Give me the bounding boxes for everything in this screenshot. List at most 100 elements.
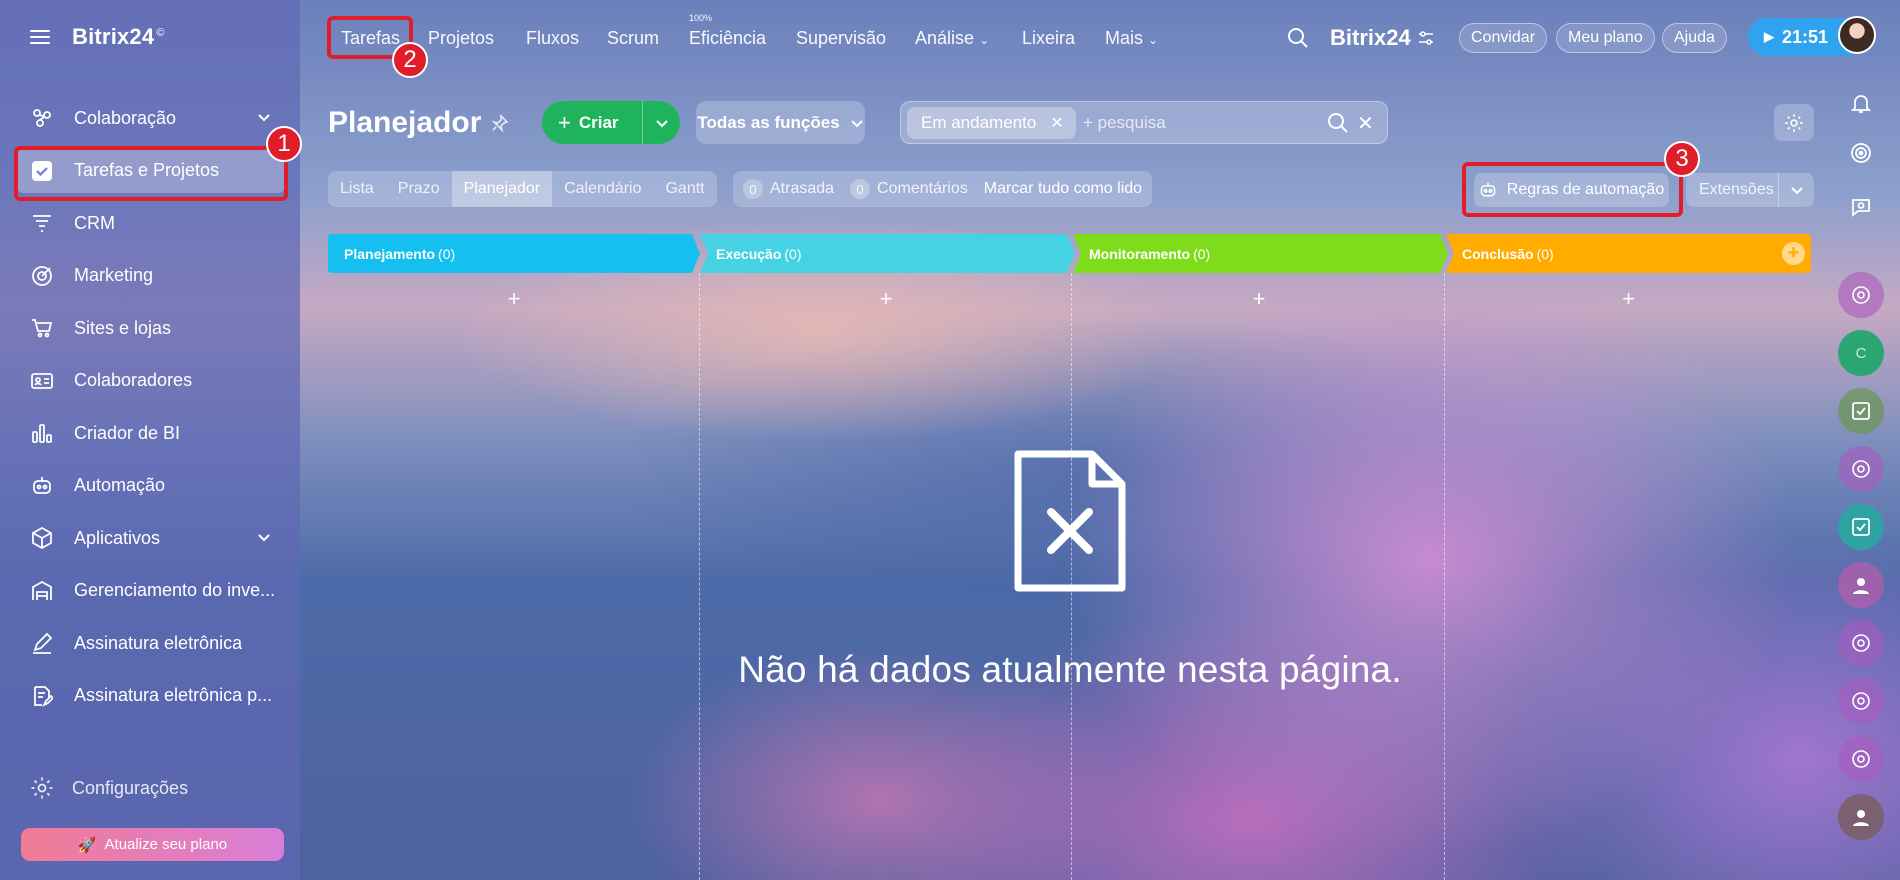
stage-column-planejamento: Planejamento (0) +: [328, 234, 700, 880]
page-title-text: Planejador: [328, 106, 482, 139]
upgrade-plan-button[interactable]: 🚀 Atualize seu plano: [21, 828, 284, 861]
pin-icon[interactable]: [491, 114, 509, 132]
sidebar-item-label: Colaboração: [74, 107, 177, 128]
search-input[interactable]: [1083, 110, 1313, 136]
add-task-button[interactable]: +: [700, 286, 1072, 312]
chat-avatar-icon[interactable]: [1838, 620, 1884, 666]
crm-icon: [30, 211, 54, 235]
sidebar-item-aplicativos[interactable]: Aplicativos: [16, 516, 286, 560]
sidebar-item-gerenciamento-inventario[interactable]: Gerenciamento do inve...: [16, 569, 286, 613]
play-icon: ▶: [1764, 29, 1774, 44]
comments-counter[interactable]: 0 Comentários: [850, 179, 968, 199]
user-avatar[interactable]: [1838, 16, 1876, 54]
group-c-icon[interactable]: C: [1838, 330, 1884, 376]
sidebar-item-label: Assinatura eletrônica: [74, 632, 243, 653]
help-button[interactable]: Ajuda: [1662, 23, 1727, 53]
chevron-down-icon[interactable]: [256, 109, 272, 130]
tab-lixeira[interactable]: Lixeira: [1022, 28, 1075, 49]
tab-supervisao[interactable]: Supervisão: [796, 28, 886, 49]
tab-projetos[interactable]: Projetos: [428, 28, 494, 49]
tab-lista[interactable]: Lista: [328, 171, 386, 207]
stage-count: (0): [438, 245, 456, 262]
tab-calendario[interactable]: Calendário: [552, 171, 653, 207]
tab-analise[interactable]: Análise ⌄: [915, 28, 989, 49]
add-stage-icon[interactable]: +: [1782, 242, 1805, 265]
stage-header[interactable]: Conclusão (0): [1446, 234, 1811, 273]
empty-state-message: Não há dados atualmente nesta página.: [738, 649, 1402, 690]
extensions-button[interactable]: Extensões: [1686, 173, 1814, 207]
workspace-name[interactable]: Bitrix24: [1330, 25, 1411, 51]
user-photo-icon[interactable]: [1838, 562, 1884, 608]
tab-planejador[interactable]: Planejador: [451, 171, 553, 207]
document-sign-icon: [30, 684, 54, 708]
close-icon[interactable]: ✕: [1050, 113, 1063, 133]
sidebar-item-assinatura-eletronica-p[interactable]: Assinatura eletrônica p...: [16, 674, 286, 718]
mark-all-read-button[interactable]: Marcar tudo como lido: [984, 180, 1142, 198]
sidebar-item-automacao[interactable]: Automação: [16, 464, 286, 508]
sidebar-settings[interactable]: Configurações: [30, 776, 188, 800]
bell-icon[interactable]: [1838, 80, 1884, 126]
task-check-icon[interactable]: [1838, 388, 1884, 434]
task-check-icon[interactable]: [1838, 504, 1884, 550]
stage-header[interactable]: Planejamento (0): [328, 234, 700, 273]
tab-eficiencia-label: Eficiência: [689, 28, 767, 48]
menu-burger-icon[interactable]: [30, 30, 50, 44]
sidebar-item-label: Colaboradores: [74, 370, 193, 390]
sidebar-item-crm[interactable]: CRM: [16, 201, 286, 245]
sidebar-item-colaboracao[interactable]: Colaboração: [16, 96, 286, 140]
stage-header[interactable]: Execução (0): [700, 234, 1072, 273]
sidebar-item-assinatura-eletronica[interactable]: Assinatura eletrônica: [16, 621, 286, 665]
chat-avatar-icon[interactable]: [1838, 446, 1884, 492]
create-dropdown-chevron-icon[interactable]: [642, 101, 680, 144]
tab-eficiencia[interactable]: 100% Eficiência: [689, 13, 767, 49]
tab-fluxos[interactable]: Fluxos: [526, 28, 579, 49]
page-title: Planejador: [328, 106, 509, 140]
overdue-count: 0: [743, 179, 763, 199]
clear-icon[interactable]: ✕: [1357, 111, 1374, 136]
user-photo-icon[interactable]: [1838, 794, 1884, 840]
chevron-down-icon[interactable]: [256, 529, 272, 550]
chat-search-icon[interactable]: [1838, 184, 1884, 230]
filter-chip[interactable]: Em andamento ✕: [907, 107, 1076, 139]
empty-state: Não há dados atualmente nesta página.: [700, 450, 1440, 691]
search-icon[interactable]: [1327, 112, 1349, 139]
invite-button[interactable]: Convidar: [1459, 23, 1548, 53]
tab-scrum[interactable]: Scrum: [607, 28, 659, 49]
radar-icon[interactable]: [1838, 130, 1884, 176]
upgrade-label: Atualize seu plano: [104, 836, 228, 853]
my-plan-button[interactable]: Meu plano: [1556, 23, 1655, 53]
chat-avatar-icon[interactable]: [1838, 678, 1884, 724]
add-task-button[interactable]: +: [328, 286, 700, 312]
chat-avatar-icon[interactable]: [1838, 272, 1884, 318]
add-task-button[interactable]: +: [1446, 286, 1811, 312]
board-settings-button[interactable]: [1774, 104, 1814, 141]
sidebar-item-label: Aplicativos: [74, 527, 161, 548]
create-main[interactable]: + Criar: [542, 110, 642, 136]
sidebar-item-label: Marketing: [74, 265, 154, 285]
brand-logo[interactable]: Bitrix24 ©: [72, 24, 165, 50]
tab-mais[interactable]: Mais ⌄: [1105, 28, 1158, 49]
search-icon[interactable]: [1287, 27, 1309, 54]
sidebar-item-sites-lojas[interactable]: Sites e lojas: [16, 306, 286, 350]
efficiency-badge: 100%: [689, 13, 713, 23]
chat-avatar-icon[interactable]: [1838, 736, 1884, 782]
tab-mais-label: Mais: [1105, 28, 1144, 48]
filter-search-bar[interactable]: Em andamento ✕ ✕: [900, 101, 1388, 144]
add-task-button[interactable]: +: [1073, 286, 1445, 312]
sidebar-item-label: Criador de BI: [74, 422, 181, 443]
stage-column-conclusao: Conclusão (0) + +: [1446, 234, 1811, 880]
tab-gantt[interactable]: Gantt: [653, 171, 716, 207]
sidebar-item-colaboradores[interactable]: Colaboradores: [16, 359, 286, 403]
tab-prazo[interactable]: Prazo: [386, 171, 452, 207]
create-button[interactable]: + Criar: [542, 101, 680, 144]
step-badge-1: 1: [266, 126, 302, 162]
chevron-down-icon[interactable]: [1778, 173, 1814, 207]
filter-chip-label: Em andamento: [921, 113, 1037, 132]
sliders-icon[interactable]: [1417, 29, 1435, 52]
stage-header[interactable]: Monitoramento (0): [1073, 234, 1445, 273]
collaboration-icon: [30, 106, 54, 130]
sidebar-item-marketing[interactable]: Marketing: [16, 254, 286, 298]
overdue-counter[interactable]: 0 Atrasada: [743, 179, 834, 199]
roles-dropdown[interactable]: Todas as funções: [696, 101, 865, 144]
sidebar-item-criador-bi[interactable]: Criador de BI: [16, 411, 286, 455]
